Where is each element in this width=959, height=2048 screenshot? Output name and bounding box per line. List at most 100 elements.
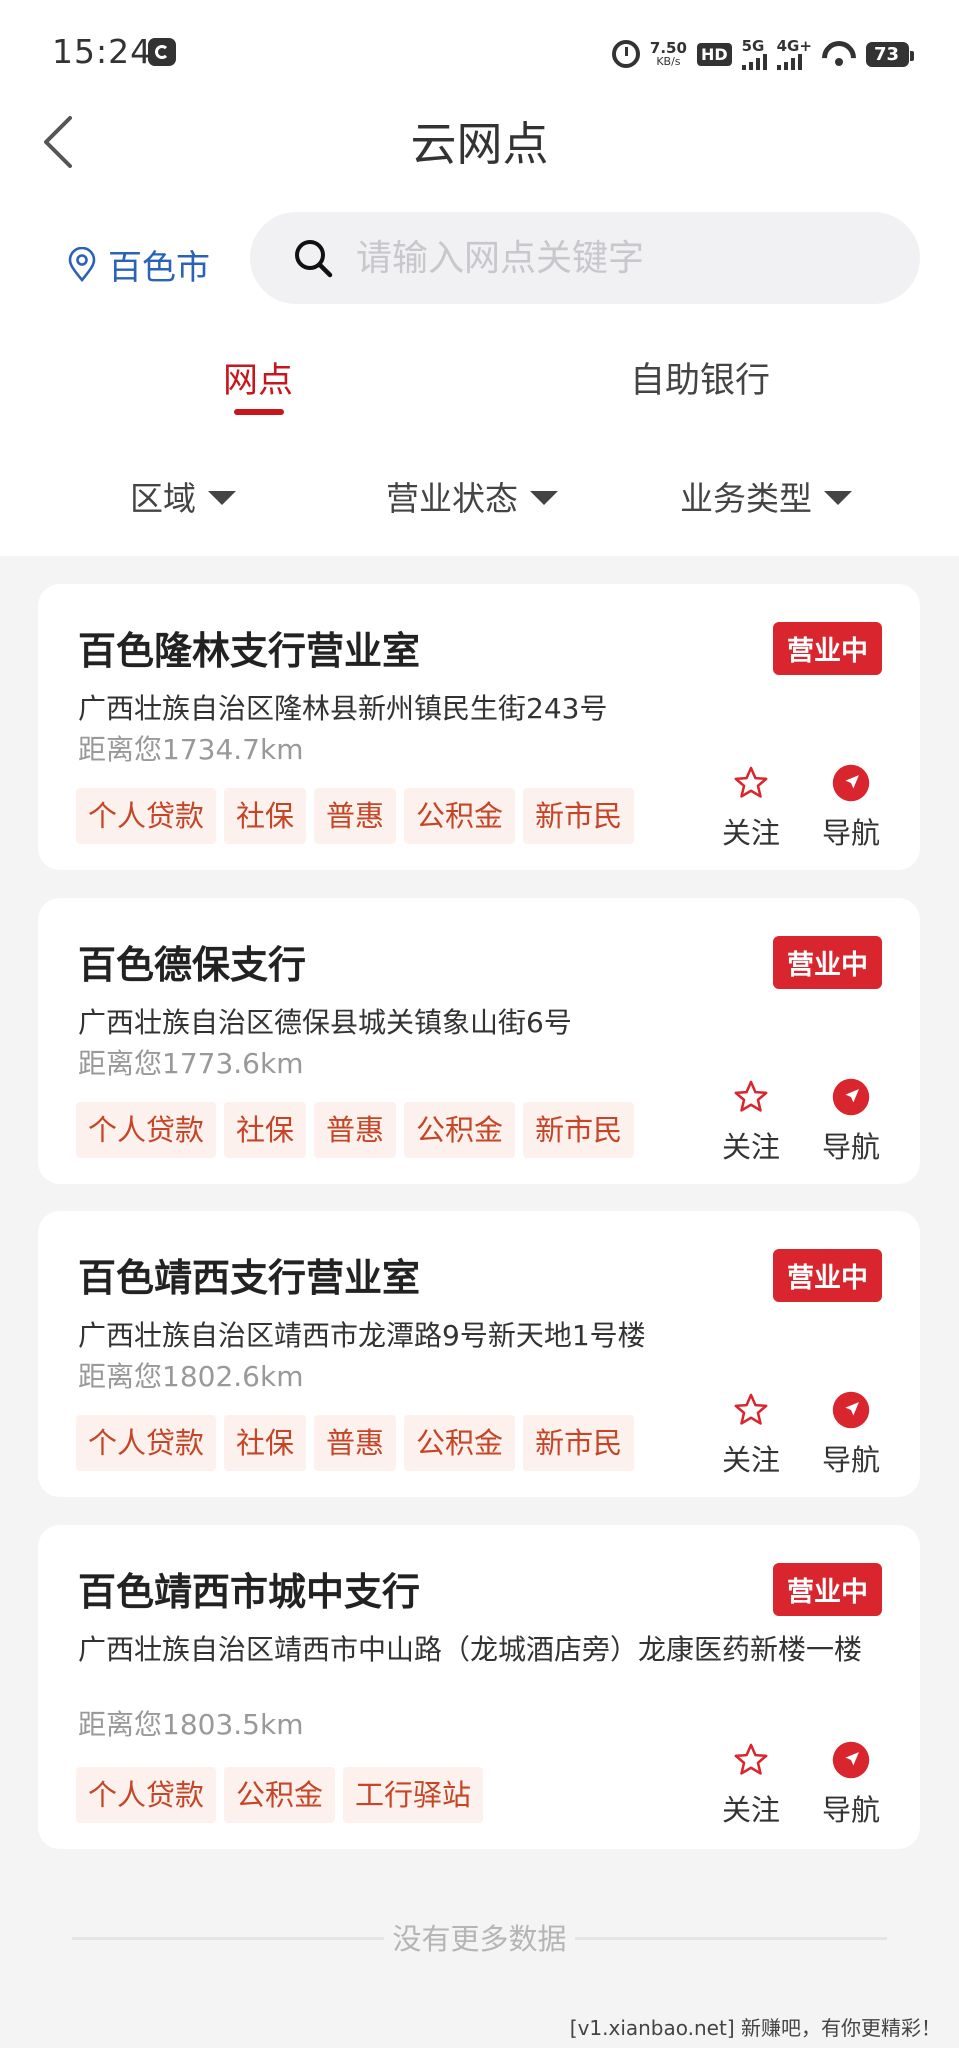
branch-address: 广西壮族自治区德保县城关镇象山街6号 xyxy=(78,1006,572,1039)
search-bar[interactable] xyxy=(250,212,920,304)
star-icon xyxy=(734,1743,768,1775)
branch-address: 广西壮族自治区靖西市中山路（龙城酒店旁）龙康医药新楼一楼 xyxy=(78,1633,863,1666)
hd-icon: HD xyxy=(696,42,732,66)
follow-label: 关注 xyxy=(721,1793,780,1827)
navigation-icon xyxy=(832,1741,870,1779)
service-tag: 普惠 xyxy=(314,788,397,844)
branch-distance: 距离您1803.5km xyxy=(78,1708,304,1741)
service-tag: 社保 xyxy=(224,1102,307,1158)
branch-distance: 距离您1773.6km xyxy=(78,1047,304,1080)
navigation-icon xyxy=(832,764,870,802)
service-tag: 新市民 xyxy=(523,1415,635,1471)
branch-card[interactable]: 百色德保支行 营业中 广西壮族自治区德保县城关镇象山街6号 距离您1773.6k… xyxy=(38,898,920,1184)
search-icon xyxy=(295,240,333,278)
service-tags: 个人贷款 社保 普惠 公积金 新市民 xyxy=(76,788,666,844)
navigate-button[interactable]: 导航 xyxy=(816,1078,886,1166)
service-tag: 公积金 xyxy=(404,788,516,844)
navigate-button[interactable]: 导航 xyxy=(816,1741,886,1829)
follow-button[interactable]: 关注 xyxy=(716,764,786,852)
signal-bars-icon xyxy=(776,53,802,70)
service-tag: 社保 xyxy=(224,788,307,844)
navigation-icon xyxy=(832,1078,870,1116)
signal-bars-icon xyxy=(741,53,767,70)
navigate-label: 导航 xyxy=(821,1130,880,1164)
search-input[interactable] xyxy=(356,237,916,279)
service-tag: 个人贷款 xyxy=(76,1102,217,1158)
service-tag: 公积金 xyxy=(404,1415,516,1471)
follow-button[interactable]: 关注 xyxy=(716,1078,786,1166)
branch-name: 百色靖西市城中支行 xyxy=(78,1570,421,1614)
app-notification-icon xyxy=(148,38,176,66)
service-tags: 个人贷款 社保 普惠 公积金 新市民 xyxy=(76,1415,666,1471)
service-tag: 个人贷款 xyxy=(76,788,217,844)
wifi-icon xyxy=(822,41,856,67)
no-more-data-text: 没有更多数据 xyxy=(392,1922,567,1956)
network-speed: 7.50 KB/s xyxy=(649,39,687,68)
city-selector[interactable]: 百色市 xyxy=(66,240,210,289)
filter-business-type[interactable]: 业务类型 xyxy=(680,472,852,520)
service-tag: 公积金 xyxy=(224,1767,336,1823)
signal-5g: 5G xyxy=(741,36,767,70)
service-tag: 个人贷款 xyxy=(76,1415,217,1471)
caret-down-icon xyxy=(208,491,236,505)
branch-distance: 距离您1734.7km xyxy=(78,733,304,766)
service-tag: 公积金 xyxy=(404,1102,516,1158)
branch-address: 广西壮族自治区隆林县新州镇民生街243号 xyxy=(78,692,608,725)
filter-region[interactable]: 区域 xyxy=(130,472,236,520)
branch-name: 百色隆林支行营业室 xyxy=(78,629,421,673)
status-badge: 营业中 xyxy=(773,622,882,675)
navigate-label: 导航 xyxy=(821,1793,880,1827)
top-panel: 15:24 7.50 KB/s HD 5G 4G+ 73 云网点 百色市 请输入… xyxy=(0,0,959,556)
branch-card[interactable]: 百色靖西市城中支行 营业中 广西壮族自治区靖西市中山路（龙城酒店旁）龙康医药新楼… xyxy=(38,1525,920,1849)
navigate-button[interactable]: 导航 xyxy=(816,1391,886,1479)
navigate-label: 导航 xyxy=(821,1443,880,1477)
follow-label: 关注 xyxy=(721,1443,780,1477)
service-tag: 工行驿站 xyxy=(343,1767,484,1823)
follow-label: 关注 xyxy=(721,816,780,850)
service-tag: 普惠 xyxy=(314,1102,397,1158)
filter-business-status[interactable]: 营业状态 xyxy=(386,472,558,520)
signal-4g: 4G+ xyxy=(776,38,812,70)
navigation-icon xyxy=(832,1391,870,1429)
alarm-icon xyxy=(611,40,640,68)
navigate-label: 导航 xyxy=(821,816,880,850)
navigate-button[interactable]: 导航 xyxy=(816,764,886,852)
caret-down-icon xyxy=(530,491,558,505)
city-label: 百色市 xyxy=(108,248,210,288)
signal-5g-label: 5G xyxy=(741,36,765,55)
follow-button[interactable]: 关注 xyxy=(716,1391,786,1479)
branch-name: 百色德保支行 xyxy=(78,943,307,987)
follow-label: 关注 xyxy=(721,1130,780,1164)
service-tag: 个人贷款 xyxy=(76,1767,217,1823)
tab-self-service-bank[interactable]: 自助银行 xyxy=(630,352,770,403)
follow-button[interactable]: 关注 xyxy=(716,1741,786,1829)
watermark: [v1.xianbao.net] 新赚吧，有你更精彩！ xyxy=(569,2016,941,2040)
filter-business-status-label: 营业状态 xyxy=(386,479,518,518)
star-icon xyxy=(734,1080,768,1112)
tab-branches[interactable]: 网点 xyxy=(223,352,293,403)
active-tab-indicator xyxy=(234,409,284,415)
service-tag: 新市民 xyxy=(523,1102,635,1158)
status-icons: 7.50 KB/s HD 5G 4G+ 73 xyxy=(611,34,915,74)
battery-icon: 73 xyxy=(865,41,915,67)
service-tag: 新市民 xyxy=(523,788,635,844)
status-time: 15:24 xyxy=(52,32,153,71)
status-badge: 营业中 xyxy=(773,1563,882,1616)
status-bar: 15:24 7.50 KB/s HD 5G 4G+ 73 xyxy=(0,0,959,100)
network-speed-value: 7.50 xyxy=(649,39,687,57)
filter-business-type-label: 业务类型 xyxy=(680,479,812,518)
status-badge: 营业中 xyxy=(773,936,882,989)
service-tag: 社保 xyxy=(224,1415,307,1471)
branch-address: 广西壮族自治区靖西市龙潭路9号新天地1号楼 xyxy=(78,1319,646,1352)
service-tags: 个人贷款 社保 普惠 公积金 新市民 xyxy=(76,1102,666,1158)
filter-region-label: 区域 xyxy=(130,479,196,518)
page-title: 云网点 xyxy=(410,117,549,171)
star-icon xyxy=(734,1393,768,1425)
network-speed-unit: KB/s xyxy=(656,55,681,68)
branch-card[interactable]: 百色隆林支行营业室 营业中 广西壮族自治区隆林县新州镇民生街243号 距离您17… xyxy=(38,584,920,870)
status-badge: 营业中 xyxy=(773,1249,882,1302)
branch-card[interactable]: 百色靖西支行营业室 营业中 广西壮族自治区靖西市龙潭路9号新天地1号楼 距离您1… xyxy=(38,1211,920,1497)
branch-name: 百色靖西支行营业室 xyxy=(78,1256,421,1300)
branch-distance: 距离您1802.6km xyxy=(78,1360,304,1393)
location-pin-icon xyxy=(68,246,96,282)
